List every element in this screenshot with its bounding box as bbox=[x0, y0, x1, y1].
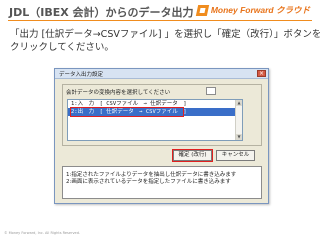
option-export[interactable]: 2:出 力 [ 仕訳データ → CSVファイル ] bbox=[68, 108, 242, 116]
instruction-line-1: 「出力 [仕訳データ→CSVファイル] 」を選択し「確定（改行）」ボタンを bbox=[10, 29, 320, 40]
scroll-down-icon[interactable]: ▼ bbox=[236, 134, 242, 140]
description-line-1: 1:指定されたファイルよりデータを抽出し仕訳データに書き込みます bbox=[66, 172, 237, 178]
description-line-2: 2:画面に表示されているデータを指定したファイルに書き込みます bbox=[66, 179, 231, 185]
copyright-text: © Money Forward, Inc. All Rights Reserve… bbox=[4, 231, 81, 235]
slide-title: JDL（IBEX 会計）からのデータ出力 bbox=[9, 6, 194, 19]
title-divider bbox=[8, 20, 312, 21]
logo-text: Money Forward クラウド bbox=[210, 5, 310, 15]
list-scrollbar[interactable]: ▲ ▼ bbox=[235, 100, 242, 140]
instruction-text: 「出力 [仕訳データ→CSVファイル] 」を選択し「確定（改行）」ボタンを クリ… bbox=[10, 28, 320, 54]
dialog-title: データ入出力設定 bbox=[59, 72, 104, 78]
data-io-dialog: データ入出力設定 × 会計データの変換内容を選択してください 1:入 力 [ C… bbox=[54, 68, 269, 204]
close-icon[interactable]: × bbox=[257, 70, 266, 77]
option-number-field[interactable] bbox=[206, 87, 216, 95]
conversion-options-frame: 会計データの変換内容を選択してください 1:入 力 [ CSVファイル → 仕訳… bbox=[62, 84, 262, 146]
money-forward-logo: Money Forward クラウド bbox=[195, 4, 310, 16]
confirm-button[interactable]: 確定 (改行) bbox=[172, 149, 213, 162]
dialog-titlebar[interactable]: データ入出力設定 × bbox=[55, 69, 268, 79]
description-box: 1:指定されたファイルよりデータを抽出し仕訳データに書き込みます 2:画面に表示… bbox=[62, 166, 262, 199]
money-forward-logo-icon bbox=[195, 4, 209, 16]
scroll-up-icon[interactable]: ▲ bbox=[236, 100, 242, 106]
conversion-option-list[interactable]: 1:入 力 [ CSVファイル → 仕訳データ ] 2:出 力 [ 仕訳データ … bbox=[67, 99, 243, 141]
cancel-button[interactable]: キャンセル bbox=[216, 150, 255, 161]
option-import[interactable]: 1:入 力 [ CSVファイル → 仕訳データ ] bbox=[68, 100, 242, 108]
instruction-line-2: クリックしてください。 bbox=[10, 42, 114, 53]
conversion-prompt: 会計データの変換内容を選択してください bbox=[66, 90, 171, 96]
